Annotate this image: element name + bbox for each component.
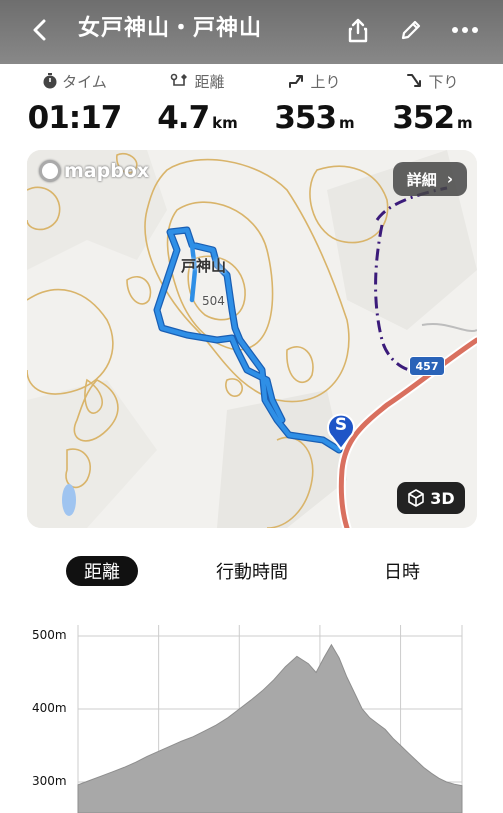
map-detail-label: 詳細 [406, 170, 437, 189]
tab-distance[interactable]: 距離 [66, 556, 138, 586]
more-button[interactable] [447, 12, 483, 48]
route-map[interactable]: mapbox 詳細 › 戸神山 504 457 S 3D [27, 150, 477, 528]
tab-datetime[interactable]: 日時 [370, 556, 434, 586]
elevation-profile-area [77, 643, 463, 813]
peak-elevation: 504 [202, 294, 225, 308]
edit-button[interactable] [393, 12, 429, 48]
stat-distance-unit: km [212, 114, 238, 132]
road-number-badge: 457 [409, 356, 445, 376]
stat-descent: 下り 352 m [370, 70, 495, 137]
elevation-chart[interactable]: 500m 400m 300m [0, 615, 503, 813]
chevron-right-icon: › [446, 170, 453, 188]
stat-distance-value: 4.7 [157, 100, 210, 136]
route-icon [171, 73, 188, 86]
stat-ascent-value: 353 [274, 100, 337, 136]
more-horizontal-icon [452, 27, 478, 33]
activity-stats: タイム 01:17 距離 4.7 km 上り 353 m 下り 352 m [0, 64, 503, 146]
elevation-plot [77, 625, 463, 813]
chart-axis-tabs: 距離 行動時間 日時 [0, 548, 503, 594]
cube-icon [408, 489, 425, 507]
arrow-down-right-icon [407, 74, 422, 87]
stat-descent-value: 352 [392, 100, 455, 136]
start-marker[interactable]: S [326, 412, 356, 451]
mapbox-icon [39, 160, 61, 182]
stat-descent-label: 下り [428, 72, 459, 91]
map-3d-button[interactable]: 3D [397, 482, 465, 514]
share-icon [348, 18, 368, 43]
arrow-up-right-icon [289, 75, 304, 88]
share-button[interactable] [340, 12, 376, 48]
stopwatch-icon [43, 73, 57, 89]
stat-distance: 距離 4.7 km [135, 70, 260, 137]
map-canvas [27, 150, 477, 528]
stat-time-label: タイム [62, 72, 107, 91]
chevron-left-icon [33, 19, 46, 41]
stat-time: タイム 01:17 [12, 70, 137, 137]
stat-ascent-label: 上り [310, 72, 341, 91]
map-detail-button[interactable]: 詳細 › [392, 162, 467, 196]
map-3d-label: 3D [430, 488, 455, 508]
stat-distance-label: 距離 [194, 72, 225, 91]
stat-time-value: 01:17 [27, 100, 123, 136]
header-bar: 女戸神山・戸神山 [0, 0, 503, 64]
stat-descent-unit: m [457, 114, 473, 132]
stat-ascent: 上り 353 m [252, 70, 377, 137]
start-marker-letter: S [334, 415, 348, 435]
mapbox-attribution: mapbox [64, 160, 150, 182]
mapbox-logo: mapbox [39, 160, 149, 182]
tab-moving-time[interactable]: 行動時間 [200, 556, 304, 586]
pencil-icon [401, 20, 421, 40]
peak-name: 戸神山 [181, 257, 227, 275]
page-title: 女戸神山・戸神山 [78, 16, 263, 41]
back-button[interactable] [22, 12, 58, 48]
stat-ascent-unit: m [339, 114, 355, 132]
